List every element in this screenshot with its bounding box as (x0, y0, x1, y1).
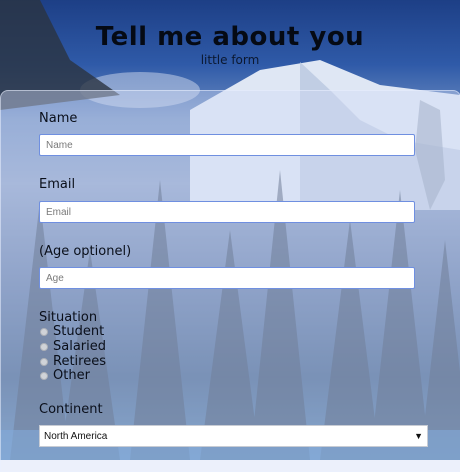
radio-label: Other (53, 368, 90, 383)
radio-button[interactable] (40, 357, 48, 366)
age-label: (Age optionel) (39, 244, 132, 259)
name-input[interactable] (39, 134, 415, 156)
radio-label: Salaried (53, 339, 107, 354)
age-input[interactable] (39, 267, 415, 289)
email-label: Email (39, 177, 76, 192)
email-input[interactable] (39, 201, 415, 223)
chevron-down-icon: ▼ (414, 431, 423, 441)
continent-selected-value: North America (44, 430, 108, 442)
page-subtitle: little form (200, 53, 260, 67)
page-title: Tell me about you (95, 22, 365, 52)
situation-radio-retirees[interactable]: Retirees (40, 354, 106, 369)
situation-radio-other[interactable]: Other (40, 368, 90, 383)
situation-radio-salaried[interactable]: Salaried (40, 339, 106, 354)
situation-label: Situation (39, 310, 98, 325)
radio-button[interactable] (40, 327, 48, 336)
radio-label: Retirees (53, 354, 106, 369)
radio-button[interactable] (40, 371, 48, 380)
radio-label: Student (53, 324, 105, 339)
continent-select[interactable]: North America ▼ (39, 425, 428, 447)
continent-label: Continent (39, 402, 103, 417)
name-label: Name (39, 111, 78, 126)
radio-button[interactable] (40, 342, 48, 351)
situation-radio-student[interactable]: Student (40, 324, 104, 339)
